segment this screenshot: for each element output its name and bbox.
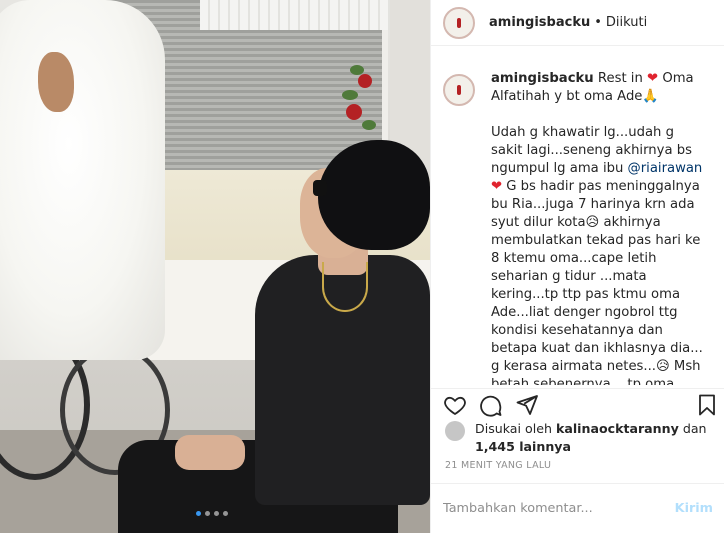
- bookmark-icon[interactable]: [695, 393, 719, 417]
- caption-body-part2: G bs hadir pas meninggalnya bu Ria...jug…: [491, 179, 703, 385]
- elderly-woman-face: [38, 52, 74, 112]
- carousel-dot: [214, 511, 219, 516]
- caption-avatar[interactable]: [443, 74, 475, 106]
- likes-prefix: Disukai oleh: [475, 421, 552, 436]
- comment-bar: Kirim: [431, 483, 724, 533]
- sunglasses: [313, 180, 327, 196]
- likes-connector: dan: [682, 421, 707, 436]
- username-link[interactable]: amingisbacku: [489, 15, 590, 30]
- white-prayer-robe: [0, 0, 165, 360]
- likes-summary: Disukai oleh kalinaocktaranny dan 1,445 …: [445, 420, 715, 456]
- caption-body: Udah g khawatir lg...udah g sakit lagi..…: [491, 124, 709, 385]
- post-photo[interactable]: [0, 0, 430, 533]
- heart-emoji-icon: ❤: [491, 179, 503, 194]
- separator-dot: •: [594, 15, 602, 30]
- caption-username-link[interactable]: amingisbacku: [491, 71, 594, 86]
- likes-count-link[interactable]: 1,445 lainnya: [475, 439, 571, 454]
- caption-scroll-area[interactable]: amingisbacku Rest in ❤ Oma Alfatihah y b…: [431, 47, 724, 385]
- liker-username-link[interactable]: kalinaocktaranny: [556, 421, 679, 436]
- carousel-dot: [196, 511, 201, 516]
- liker-avatar[interactable]: [445, 421, 465, 441]
- avatar[interactable]: [443, 6, 475, 39]
- lace-curtain: [200, 0, 410, 30]
- caption-line1: Rest in: [597, 71, 643, 86]
- mention-link[interactable]: @riairawan: [628, 161, 703, 176]
- clasped-hands: [175, 435, 245, 470]
- carousel-dot: [223, 511, 228, 516]
- paper-plane-icon[interactable]: [515, 393, 539, 417]
- post-timestamp[interactable]: 21 MENIT YANG LALU: [445, 460, 551, 471]
- gold-necklace: [322, 262, 368, 312]
- post-sidebar: amingisbacku • Diikuti amingisbacku Rest…: [430, 0, 724, 533]
- post-header: amingisbacku • Diikuti: [431, 0, 724, 46]
- carousel-dot: [205, 511, 210, 516]
- action-bar: [431, 388, 724, 418]
- comment-bubble-icon[interactable]: [479, 393, 503, 417]
- carousel-indicator: [196, 511, 228, 516]
- man-hair: [318, 140, 430, 250]
- comment-input[interactable]: [443, 501, 667, 516]
- flower-decoration: [340, 60, 390, 140]
- heart-emoji-icon: ❤: [647, 71, 659, 86]
- likes-text: Disukai oleh kalinaocktaranny dan 1,445 …: [475, 420, 707, 456]
- caption-text: amingisbacku Rest in ❤ Oma Alfatihah y b…: [491, 70, 709, 385]
- heart-outline-icon[interactable]: [443, 393, 467, 417]
- follow-status-button[interactable]: Diikuti: [606, 15, 647, 30]
- post-comment-button[interactable]: Kirim: [675, 501, 713, 516]
- caption-item: amingisbacku Rest in ❤ Oma Alfatihah y b…: [443, 70, 713, 385]
